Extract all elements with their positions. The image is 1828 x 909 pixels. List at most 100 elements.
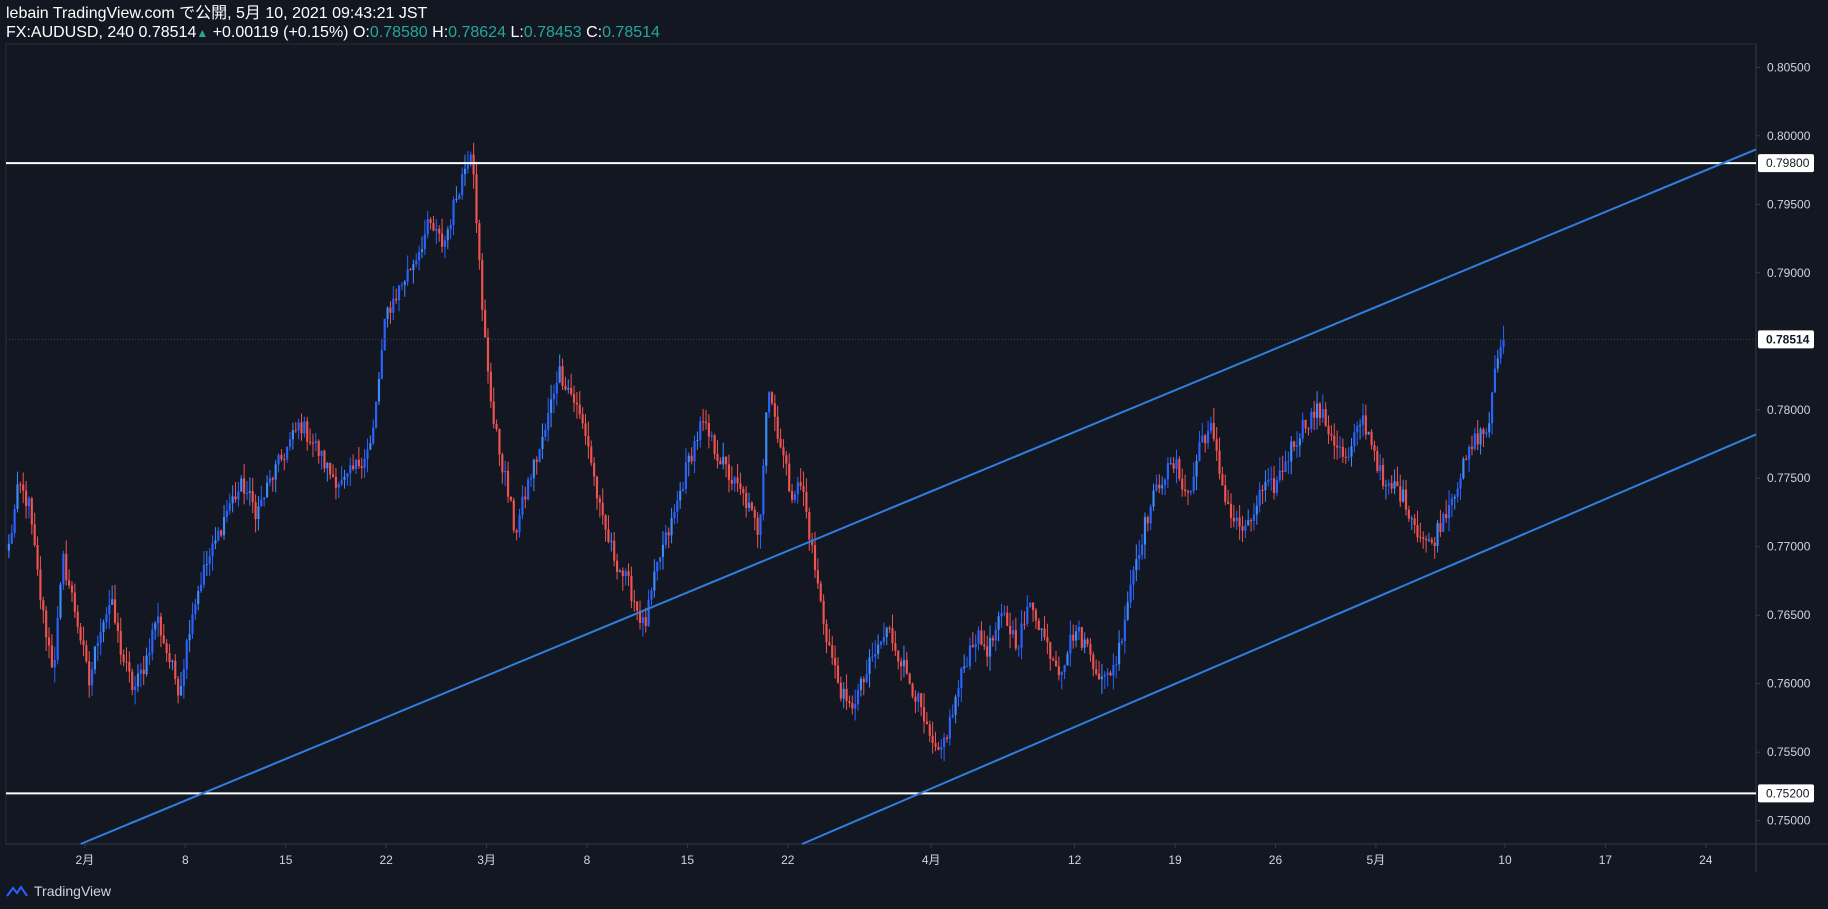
candle-body [1252,514,1256,521]
candle-body [704,421,708,424]
candle-body [317,440,320,456]
price-tick-label: 0.75500 [1767,745,1811,759]
candle-body [25,490,28,507]
candle-body [334,476,337,488]
candle-body [1376,451,1379,471]
candle-body [220,530,223,536]
candle-body [484,309,487,338]
candle-body [747,502,751,508]
candle-body [47,637,51,646]
candle-body [1172,463,1175,469]
candle-body [624,571,627,577]
candle-body [570,387,573,395]
candle-body [1063,665,1066,673]
candle-body [765,412,768,466]
time-tick-label: 24 [1699,853,1713,867]
candle-body [550,399,553,413]
candle-body [1445,514,1448,519]
candle-body [1485,432,1488,434]
candle-body [306,421,309,442]
candle-body [406,269,409,282]
candle-body [1295,445,1299,447]
time-tick-label: 26 [1269,853,1283,867]
candle-body [366,449,369,459]
candle-body [156,616,160,624]
candle-body [1054,660,1058,667]
price-tick-label: 0.80000 [1767,129,1811,143]
candle-body [1318,403,1322,418]
candle-body [1287,461,1290,463]
candle-body [159,616,162,636]
price-chart[interactable]: 0.80500 0.80000 0.79500 0.79000 0.78000 0.775… [0,0,1828,909]
candle-body [1003,612,1006,614]
candle-body [1293,441,1296,447]
candle-body [681,488,685,491]
candle-body [928,724,931,736]
candle-body [753,509,756,518]
candle-body [564,385,567,390]
candle-body [363,458,366,468]
candle-body [900,661,903,667]
candle-body [125,661,128,663]
candle-body [770,392,774,404]
candle-body [409,269,412,271]
candle-body [237,491,240,500]
candle-body [845,688,848,702]
candle-body [168,653,171,663]
candle-body [131,671,134,690]
candle-body [607,529,610,542]
candle-body [145,655,148,675]
candle-body [274,464,277,480]
candle-body [1155,484,1158,491]
candle-body [1361,415,1365,425]
candle-body [134,686,137,690]
candle-body [443,240,447,247]
candle-body [1040,628,1043,631]
candle-body [438,228,441,234]
candle-body [171,660,174,663]
candle-body [931,735,934,744]
candle-body [1270,478,1273,480]
candle-body [1209,423,1212,432]
candle-body [627,571,630,576]
candle-body [85,645,88,662]
channel-trendline[interactable] [801,433,1757,845]
price-axis[interactable]: 0.80500 0.80000 0.79500 0.79000 0.78000 0.775… [1756,60,1814,828]
price-tick-label: 0.75000 [1767,814,1811,828]
candle-body [392,298,395,313]
candle-body [572,394,576,403]
candle-body [113,599,117,623]
candle-body [265,482,269,498]
candle-body [891,628,894,644]
candle-body [656,561,659,572]
candle-body [558,366,561,383]
candle-body [1281,470,1284,472]
time-axis[interactable]: 2月 8 15 22 3月 8 15 22 4月 12 19 26 5月 10 17 24 [76,844,1713,867]
candle-body [1315,403,1319,418]
candle-body [1468,446,1471,460]
time-tick-label: 8 [584,853,591,867]
candle-body [679,490,682,501]
time-tick-label: 8 [182,853,189,867]
candle-body [288,439,292,447]
candle-body [62,553,65,585]
candle-body [122,654,125,662]
candle-body [1313,411,1316,418]
channel-trendline[interactable] [80,148,1757,845]
candle-body [99,632,102,644]
candle-body [839,682,842,699]
candle-body [1275,479,1278,493]
tradingview-footer[interactable]: TradingView [6,880,111,902]
candle-body [260,499,263,507]
candle-body [1192,476,1195,492]
candle-body [1100,676,1103,680]
candle-body [1097,673,1101,680]
candle-body [1267,479,1270,482]
candle-body [492,401,495,425]
candle-body [1181,478,1184,490]
candle-body [1396,481,1399,487]
candle-body [636,601,639,611]
candle-body [1132,570,1135,585]
candle-body [303,421,306,434]
candle-body [1307,428,1310,430]
